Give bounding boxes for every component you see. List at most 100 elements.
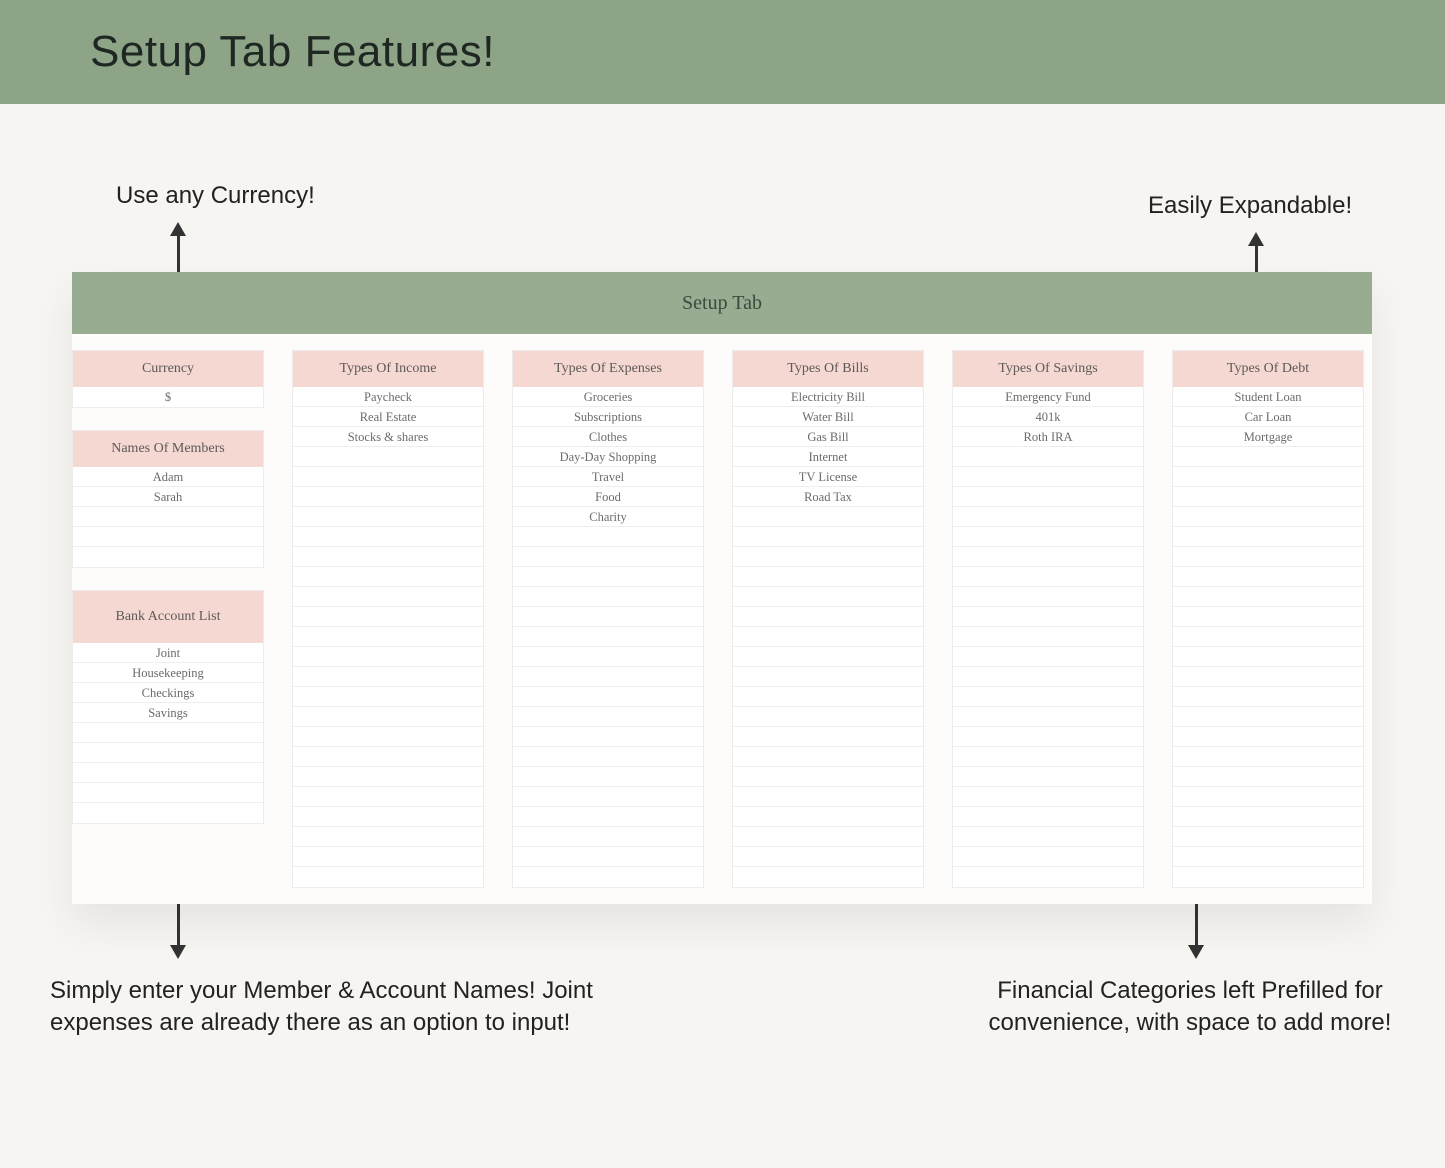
column-2-row[interactable] bbox=[733, 807, 923, 827]
column-0-row[interactable] bbox=[293, 567, 483, 587]
bank-card-row[interactable] bbox=[73, 783, 263, 803]
column-4-row[interactable] bbox=[1173, 747, 1363, 767]
column-4-row[interactable] bbox=[1173, 527, 1363, 547]
column-4-row[interactable] bbox=[1173, 467, 1363, 487]
column-3-row[interactable] bbox=[953, 647, 1143, 667]
column-2-row[interactable] bbox=[733, 847, 923, 867]
column-1-row[interactable] bbox=[513, 727, 703, 747]
column-2-row[interactable]: Road Tax bbox=[733, 487, 923, 507]
column-1-row[interactable]: Charity bbox=[513, 507, 703, 527]
column-1-row[interactable] bbox=[513, 527, 703, 547]
column-4-row[interactable] bbox=[1173, 567, 1363, 587]
column-4-row[interactable] bbox=[1173, 587, 1363, 607]
column-0-row[interactable] bbox=[293, 447, 483, 467]
column-1-row[interactable] bbox=[513, 627, 703, 647]
currency-card-row[interactable]: $ bbox=[73, 387, 263, 407]
column-2-row[interactable]: Electricity Bill bbox=[733, 387, 923, 407]
column-4-row[interactable] bbox=[1173, 607, 1363, 627]
members-card-row[interactable]: Sarah bbox=[73, 487, 263, 507]
members-card-row[interactable] bbox=[73, 507, 263, 527]
column-3-row[interactable] bbox=[953, 607, 1143, 627]
column-0-row[interactable] bbox=[293, 787, 483, 807]
column-0-row[interactable] bbox=[293, 527, 483, 547]
column-2-row[interactable] bbox=[733, 827, 923, 847]
bank-card-row[interactable]: Checkings bbox=[73, 683, 263, 703]
column-0-row[interactable] bbox=[293, 867, 483, 887]
column-0-row[interactable] bbox=[293, 807, 483, 827]
column-3-row[interactable] bbox=[953, 707, 1143, 727]
column-0-row[interactable] bbox=[293, 507, 483, 527]
column-4-row[interactable] bbox=[1173, 547, 1363, 567]
column-1-row[interactable] bbox=[513, 867, 703, 887]
column-2-row[interactable] bbox=[733, 507, 923, 527]
column-2-row[interactable] bbox=[733, 687, 923, 707]
members-card-row[interactable] bbox=[73, 527, 263, 547]
column-2-row[interactable] bbox=[733, 547, 923, 567]
column-2-row[interactable] bbox=[733, 727, 923, 747]
column-3-row[interactable] bbox=[953, 487, 1143, 507]
column-1-row[interactable] bbox=[513, 667, 703, 687]
column-0-row[interactable] bbox=[293, 547, 483, 567]
column-4-row[interactable] bbox=[1173, 867, 1363, 887]
column-3-row[interactable] bbox=[953, 847, 1143, 867]
column-1-row[interactable] bbox=[513, 547, 703, 567]
column-1-row[interactable]: Groceries bbox=[513, 387, 703, 407]
column-0-row[interactable]: Stocks & shares bbox=[293, 427, 483, 447]
column-1-row[interactable] bbox=[513, 767, 703, 787]
members-card-row[interactable]: Adam bbox=[73, 467, 263, 487]
column-3-row[interactable] bbox=[953, 527, 1143, 547]
column-3-row[interactable] bbox=[953, 687, 1143, 707]
column-3-row[interactable] bbox=[953, 667, 1143, 687]
column-0-row[interactable] bbox=[293, 847, 483, 867]
column-3-row[interactable] bbox=[953, 867, 1143, 887]
column-1-row[interactable] bbox=[513, 607, 703, 627]
column-4-row[interactable] bbox=[1173, 727, 1363, 747]
column-2-row[interactable] bbox=[733, 707, 923, 727]
column-2-row[interactable] bbox=[733, 567, 923, 587]
column-1-row[interactable] bbox=[513, 827, 703, 847]
column-0-row[interactable] bbox=[293, 767, 483, 787]
column-2-row[interactable] bbox=[733, 787, 923, 807]
bank-card-row[interactable] bbox=[73, 763, 263, 783]
column-1-row[interactable]: Clothes bbox=[513, 427, 703, 447]
column-0-row[interactable] bbox=[293, 667, 483, 687]
column-4-row[interactable] bbox=[1173, 507, 1363, 527]
column-1-row[interactable] bbox=[513, 587, 703, 607]
column-4-row[interactable] bbox=[1173, 647, 1363, 667]
column-0-row[interactable] bbox=[293, 827, 483, 847]
bank-card-row[interactable]: Housekeeping bbox=[73, 663, 263, 683]
column-4-row[interactable] bbox=[1173, 487, 1363, 507]
column-1-row[interactable] bbox=[513, 707, 703, 727]
column-4-row[interactable] bbox=[1173, 707, 1363, 727]
members-card-row[interactable] bbox=[73, 547, 263, 567]
column-1-row[interactable] bbox=[513, 687, 703, 707]
column-2-row[interactable]: TV License bbox=[733, 467, 923, 487]
column-4-row[interactable] bbox=[1173, 667, 1363, 687]
column-4-row[interactable] bbox=[1173, 847, 1363, 867]
column-1-row[interactable]: Travel bbox=[513, 467, 703, 487]
column-4-row[interactable] bbox=[1173, 807, 1363, 827]
column-0-row[interactable] bbox=[293, 647, 483, 667]
column-2-row[interactable] bbox=[733, 747, 923, 767]
column-2-row[interactable] bbox=[733, 627, 923, 647]
bank-card-row[interactable] bbox=[73, 743, 263, 763]
column-4-row[interactable] bbox=[1173, 687, 1363, 707]
column-3-row[interactable]: Roth IRA bbox=[953, 427, 1143, 447]
column-2-row[interactable] bbox=[733, 527, 923, 547]
column-0-row[interactable] bbox=[293, 487, 483, 507]
column-4-row[interactable]: Mortgage bbox=[1173, 427, 1363, 447]
column-0-row[interactable] bbox=[293, 627, 483, 647]
column-2-row[interactable] bbox=[733, 767, 923, 787]
column-2-row[interactable] bbox=[733, 587, 923, 607]
column-4-row[interactable]: Car Loan bbox=[1173, 407, 1363, 427]
column-1-row[interactable] bbox=[513, 747, 703, 767]
column-3-row[interactable] bbox=[953, 447, 1143, 467]
column-2-row[interactable] bbox=[733, 607, 923, 627]
column-2-row[interactable] bbox=[733, 667, 923, 687]
column-4-row[interactable] bbox=[1173, 787, 1363, 807]
column-2-row[interactable]: Water Bill bbox=[733, 407, 923, 427]
column-0-row[interactable] bbox=[293, 687, 483, 707]
column-3-row[interactable]: 401k bbox=[953, 407, 1143, 427]
column-3-row[interactable] bbox=[953, 467, 1143, 487]
column-3-row[interactable] bbox=[953, 767, 1143, 787]
